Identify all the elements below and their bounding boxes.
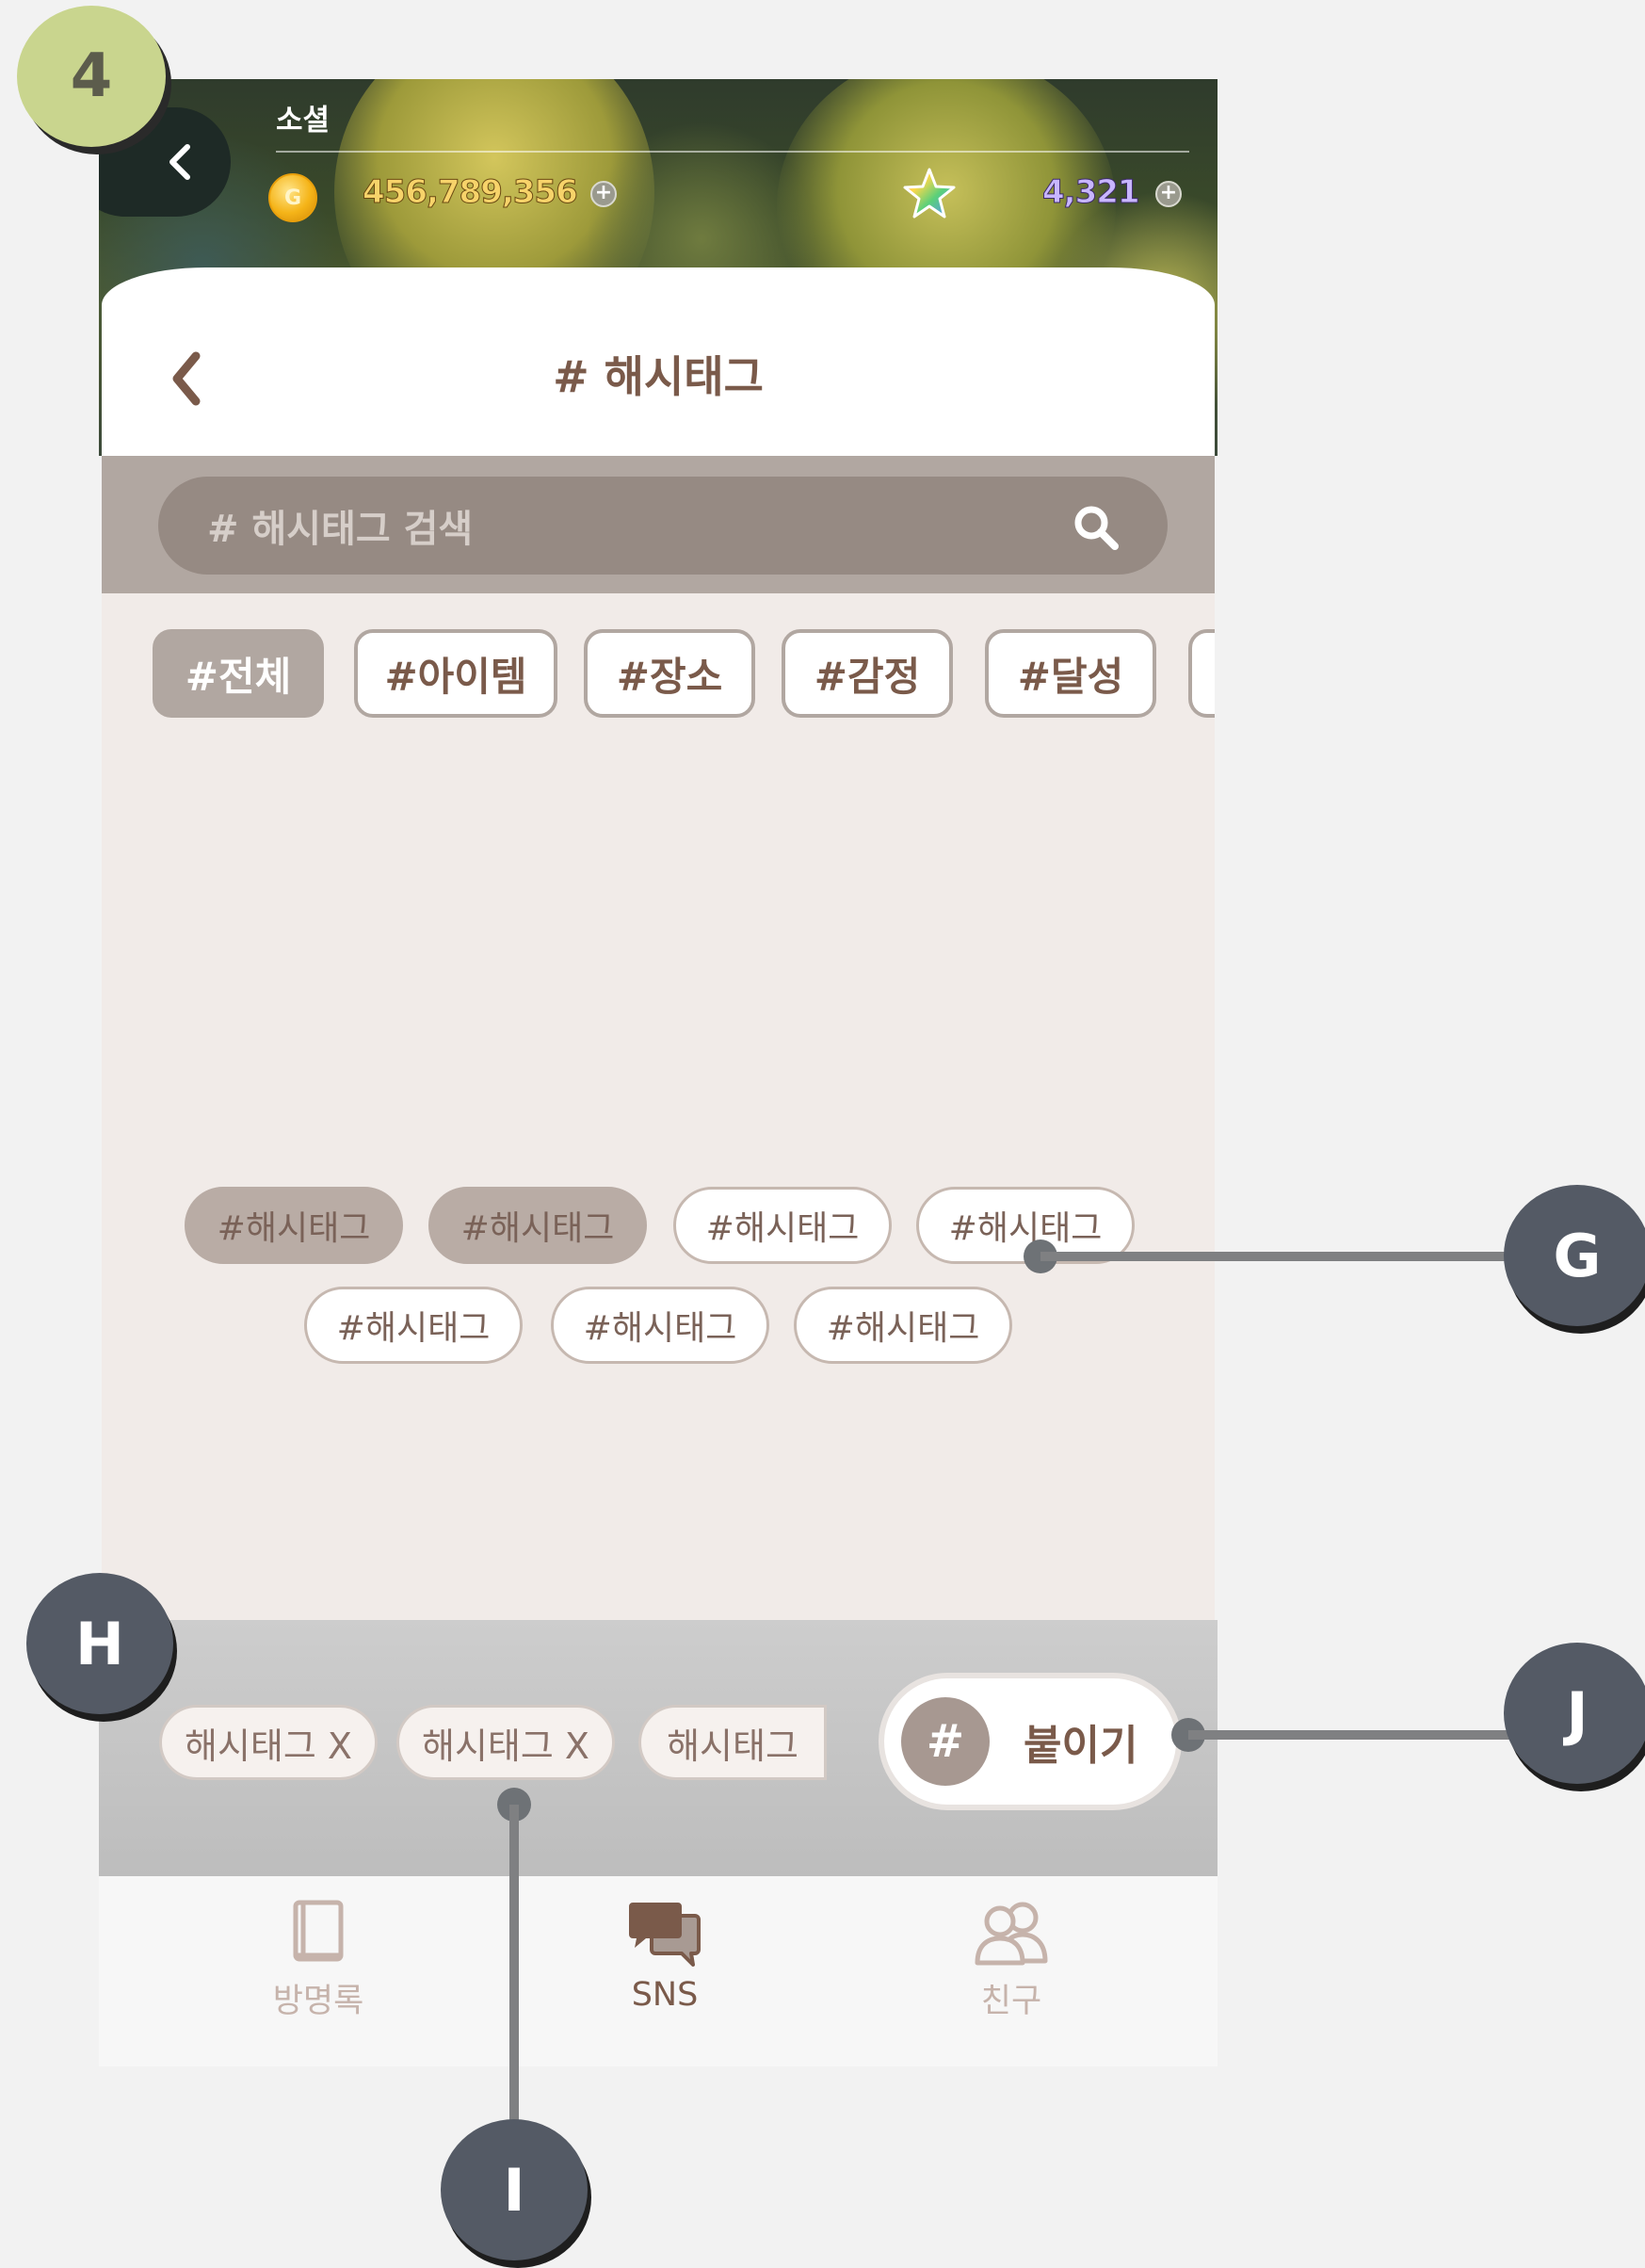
hashtag-search-input[interactable]: # 해시태그 검색 (158, 477, 1168, 575)
add-stars-button[interactable]: + (1155, 181, 1182, 207)
add-coins-button[interactable]: + (590, 181, 617, 207)
friends-icon (975, 1902, 1048, 1966)
hashtag-option[interactable]: #해시태그 (304, 1287, 523, 1364)
attach-label: 붙이기 (1024, 1722, 1138, 1770)
selected-hashtags-bar: 해시태그 X 해시태그 X 해시태그 # 붙이기 (99, 1620, 1218, 1876)
hashtag-option[interactable]: #해시태그 (551, 1287, 769, 1364)
tab-label: SNS (631, 1976, 699, 2014)
rainbow-star-icon (903, 168, 956, 219)
tab-friends[interactable]: 친구 (917, 1899, 1105, 2049)
phone-screen: 소셜 G 456,789,356 + 4,321 + # 해시태그 # 해시태그… (99, 79, 1218, 2066)
category-tab-emotion[interactable]: #감정 (782, 629, 953, 718)
selected-hashtag-chip[interactable]: 해시태그 X (396, 1705, 615, 1780)
bottom-tab-bar: 방명록 SNS 친구 (99, 1876, 1218, 2066)
search-icon[interactable] (1072, 503, 1121, 552)
marker-g: G (1504, 1185, 1645, 1326)
coin-balance: 456,789,356 (363, 173, 579, 212)
hashtag-option[interactable]: #해시태그 (794, 1287, 1012, 1364)
panel-header: # 해시태그 (102, 267, 1215, 456)
chevron-left-icon (169, 144, 190, 180)
tab-label: 친구 (980, 1983, 1042, 2020)
hashtag-option[interactable]: #해시태그 (185, 1187, 403, 1264)
category-tab-place[interactable]: #장소 (584, 629, 755, 718)
search-band: # 해시태그 검색 (102, 456, 1215, 593)
book-icon (293, 1900, 344, 1962)
hashtag-option[interactable]: #해시태그 (428, 1187, 647, 1264)
page-title: # 해시태그 (553, 351, 764, 402)
step-number-badge: 4 (17, 6, 166, 147)
category-tab-more[interactable] (1188, 629, 1215, 718)
header-divider (276, 151, 1189, 153)
marker-i: I (441, 2119, 588, 2260)
category-tab-all[interactable]: #전체 (153, 629, 324, 718)
hash-icon: # (901, 1697, 990, 1786)
marker-h: H (26, 1573, 173, 1714)
attach-button[interactable]: # 붙이기 (879, 1673, 1182, 1810)
tab-sns[interactable]: SNS (571, 1899, 759, 2049)
marker-j: J (1504, 1643, 1645, 1784)
star-balance: 4,321 (1042, 173, 1141, 212)
section-title: 소셜 (276, 104, 331, 138)
category-tabs: #전체 #아이템 #장소 #감정 #달성 (149, 629, 1215, 720)
category-tab-achievement[interactable]: #달성 (985, 629, 1156, 718)
chat-bubbles-icon (629, 1903, 701, 1967)
coin-icon: G (268, 173, 317, 222)
selected-hashtag-chip[interactable]: 해시태그 (638, 1705, 827, 1780)
hashtag-content-area: #전체 #아이템 #장소 #감정 #달성 #해시태그 #해시태그 #해시태그 #… (102, 593, 1215, 1620)
callout-line-j (1188, 1730, 1513, 1740)
tab-guestbook[interactable]: 방명록 (224, 1899, 412, 2049)
tab-label: 방명록 (272, 1983, 364, 2020)
category-tab-item[interactable]: #아이템 (354, 629, 557, 718)
hashtag-option[interactable]: #해시태그 (673, 1187, 892, 1264)
callout-line-i (509, 1805, 519, 2125)
callout-line-g (1040, 1252, 1511, 1261)
search-placeholder: # 해시태그 검색 (207, 508, 474, 551)
selected-hashtag-chip[interactable]: 해시태그 X (159, 1705, 378, 1780)
